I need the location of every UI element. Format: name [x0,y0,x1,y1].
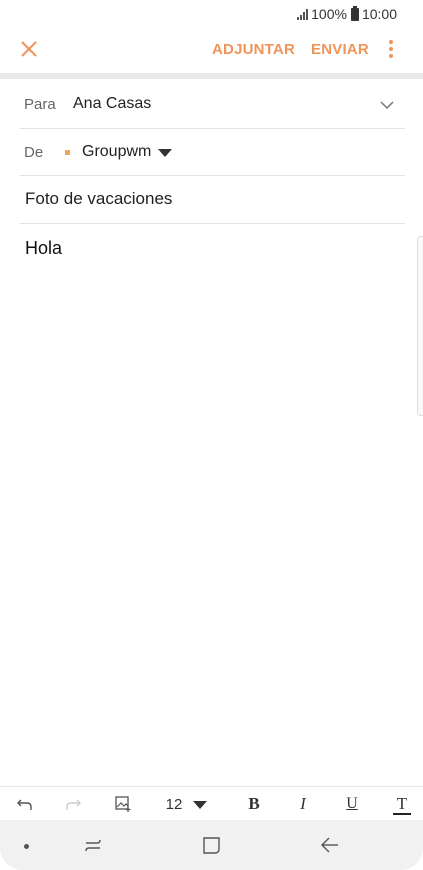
status-bar: 100% 10:00 [0,0,423,28]
bold-button[interactable]: B [244,793,264,815]
from-label: De [24,144,44,161]
battery-percent: 100% [311,6,347,22]
send-button[interactable]: ENVIAR [311,41,369,58]
from-row[interactable]: De Groupwm [20,129,405,176]
navigation-bar [0,820,423,870]
account-color-icon [65,150,70,155]
keyboard-dot-icon[interactable] [24,844,29,849]
text-color-indicator [393,813,411,815]
italic-button[interactable]: I [293,793,313,815]
dropdown-arrow-icon[interactable] [158,149,172,157]
header-divider [0,73,423,79]
signal-icon [297,8,309,20]
text-style-button[interactable]: T [391,793,413,815]
more-vert-icon[interactable] [384,40,398,62]
home-icon[interactable] [201,834,223,856]
subject-row [20,176,405,224]
attach-button[interactable]: ADJUNTAR [212,41,295,58]
to-row[interactable]: Para Ana Casas [20,80,405,129]
back-icon[interactable] [319,834,341,856]
undo-icon[interactable] [15,793,35,815]
to-recipient[interactable]: Ana Casas [73,95,151,113]
chevron-down-icon[interactable] [379,97,395,113]
redo-icon[interactable] [63,793,83,815]
action-bar: ADJUNTAR ENVIAR [0,28,423,72]
from-account[interactable]: Groupwm [82,143,151,161]
to-label: Para [24,96,56,113]
font-size-dropdown-icon[interactable] [193,801,207,809]
scroll-handle[interactable] [417,236,423,416]
battery-icon [350,5,359,21]
message-body[interactable]: Hola [25,238,405,778]
subject-field[interactable] [25,189,385,209]
recents-icon[interactable] [82,834,104,856]
close-icon[interactable] [18,38,40,60]
font-size-value[interactable]: 12 [162,793,186,815]
clock: 10:00 [361,6,397,22]
underline-button[interactable]: U [342,793,362,815]
format-toolbar: 12 B I U T [0,786,423,821]
insert-image-icon[interactable] [113,793,133,815]
